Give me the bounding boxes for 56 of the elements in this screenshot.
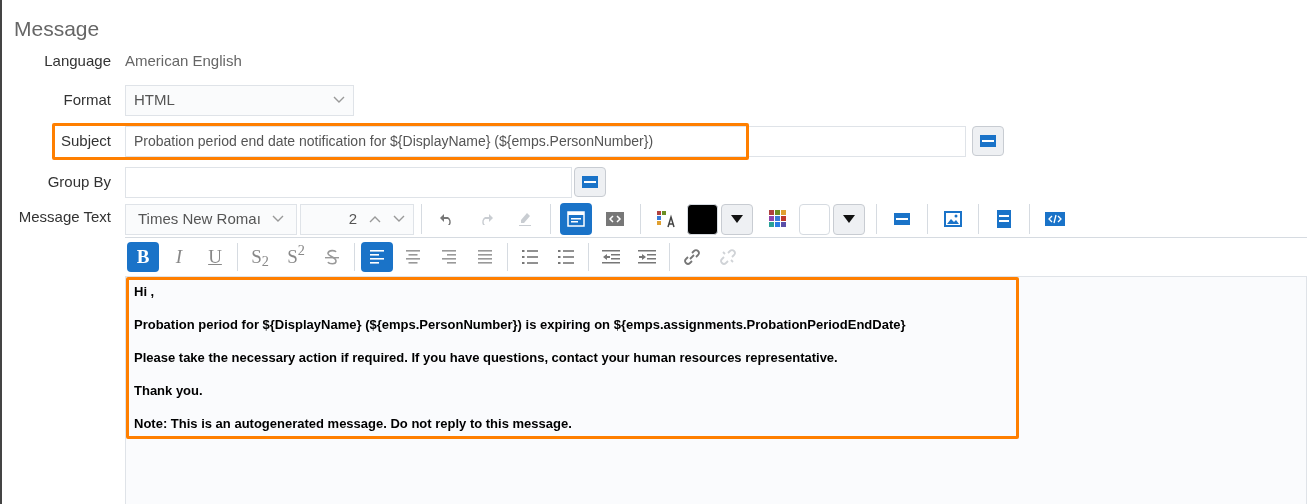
color-swatch[interactable] xyxy=(687,203,718,235)
format-button[interactable]: S$_{2}$ xyxy=(244,241,276,272)
link-icon xyxy=(684,248,700,265)
color-grid-icon xyxy=(769,210,787,229)
variable-button[interactable] xyxy=(574,167,606,198)
alignleft-button[interactable] xyxy=(361,241,393,272)
eraser-icon xyxy=(517,211,533,228)
triangle-down-icon xyxy=(731,215,743,224)
format-button[interactable]: S$^{2}$ xyxy=(280,241,312,272)
numbered-list-icon xyxy=(558,249,574,264)
rows-icon xyxy=(997,210,1011,229)
message-paragraph: Thank you. xyxy=(134,383,204,400)
image-icon xyxy=(944,211,962,228)
field-label: Group By xyxy=(46,172,112,192)
outdent-icon xyxy=(602,249,620,264)
format-button[interactable]: U xyxy=(199,241,231,272)
strikethrough-icon xyxy=(325,247,339,266)
color-swatch[interactable] xyxy=(799,203,830,235)
size-select[interactable]: 2 xyxy=(300,203,414,235)
field-label: Subject xyxy=(59,131,112,151)
chevron-down-icon xyxy=(393,215,405,224)
indent-icon xyxy=(638,249,656,264)
document-icon xyxy=(567,211,585,228)
dropdown-button[interactable] xyxy=(721,203,753,235)
message-paragraph: Please take the necessary action if required. If you have questions, contact your human resources representative. xyxy=(134,350,839,367)
format-select[interactable]: HTML xyxy=(125,84,354,116)
chevron-up-icon xyxy=(369,215,381,224)
chevron-down-icon xyxy=(272,215,284,224)
field-label: Language xyxy=(43,51,112,72)
field-label: Message Text xyxy=(17,206,112,227)
triangle-down-icon xyxy=(843,215,855,224)
design-button[interactable] xyxy=(560,203,592,236)
align-right-icon xyxy=(441,249,457,264)
variable-button[interactable] xyxy=(972,126,1004,157)
group-by-field[interactable] xyxy=(125,166,572,198)
format-button[interactable]: B xyxy=(127,241,159,272)
field-label: Format xyxy=(62,90,112,110)
message-paragraph: Note: This is an autogenerated message. Do not reply to this message. xyxy=(134,416,573,433)
subject-field[interactable]: Probation period end date notification for ${DisplayName} (${emps.PersonNumber}) xyxy=(125,125,966,157)
format-button[interactable]: I xyxy=(163,241,195,272)
justify-icon xyxy=(477,249,493,264)
align-center-icon xyxy=(405,249,421,264)
field-value: American English xyxy=(124,51,242,72)
chevron-down-icon xyxy=(333,96,345,105)
dropdown-button[interactable] xyxy=(833,203,865,235)
message-paragraph: Probation period for ${DisplayName} (${emps.PersonNumber}) is expiring on ${emps.assignments.ProbationPeriodEndDate} xyxy=(134,317,907,334)
text-color-icon xyxy=(656,210,676,229)
section-title: Message xyxy=(14,16,101,42)
bullet-list-icon xyxy=(522,249,538,264)
message-editor[interactable] xyxy=(125,275,1307,504)
message-paragraph: Hi , xyxy=(134,284,156,301)
code-view-icon xyxy=(606,211,624,228)
unlink-icon xyxy=(720,248,736,265)
align-left-icon xyxy=(369,249,385,264)
code-icon xyxy=(1045,212,1065,227)
font-select[interactable]: Times New Romaı xyxy=(125,203,297,235)
